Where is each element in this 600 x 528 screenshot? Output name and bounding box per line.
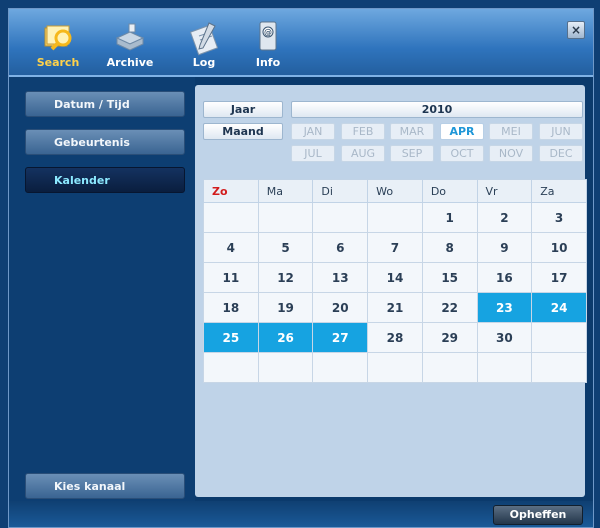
day-cell[interactable]: 4: [203, 232, 259, 263]
day-cell[interactable]: 12: [257, 262, 314, 293]
weekday-ma: Ma: [257, 179, 314, 203]
day-cell[interactable]: 25: [203, 322, 259, 353]
day-cell[interactable]: [312, 202, 369, 233]
day-cell[interactable]: 11: [203, 262, 259, 293]
log-tab-label: Log: [192, 56, 216, 69]
kies-kanaal-button[interactable]: Kies kanaal: [25, 473, 185, 499]
weekday-do: Do: [421, 179, 478, 203]
archive-icon: [115, 23, 145, 51]
day-cell[interactable]: [203, 202, 259, 233]
month-oct[interactable]: OCT: [440, 145, 484, 162]
month-mei[interactable]: MEI: [489, 123, 533, 140]
sidebar-item-gebeurtenis[interactable]: Gebeurtenis: [25, 129, 185, 155]
day-cell[interactable]: 3: [531, 202, 587, 233]
day-cell[interactable]: 8: [421, 232, 478, 263]
month-mar[interactable]: MAR: [390, 123, 434, 140]
day-cell[interactable]: 29: [421, 322, 478, 353]
weekday-zo: Zo: [203, 179, 259, 203]
day-cell[interactable]: 22: [421, 292, 478, 323]
log-tab[interactable]: Log: [173, 9, 235, 75]
month-jun[interactable]: JUN: [539, 123, 583, 140]
day-cell[interactable]: 2: [476, 202, 533, 233]
month-aug[interactable]: AUG: [341, 145, 385, 162]
month-dec[interactable]: DEC: [539, 145, 583, 162]
day-cell[interactable]: [203, 352, 259, 383]
sidebar-item-kalender[interactable]: Kalender: [25, 167, 185, 193]
search-icon: [44, 25, 72, 51]
main-window: Search Archive Log @ Info × Datum / Tijd…: [8, 8, 594, 528]
day-cell[interactable]: 9: [476, 232, 533, 263]
close-button[interactable]: ×: [567, 21, 585, 39]
day-cell[interactable]: 18: [203, 292, 259, 323]
day-cell[interactable]: 6: [312, 232, 369, 263]
day-cell[interactable]: [257, 202, 314, 233]
day-cell[interactable]: 7: [367, 232, 423, 263]
sidebar-item-datum-tijd[interactable]: Datum / Tijd: [25, 91, 185, 117]
day-cell[interactable]: 13: [312, 262, 369, 293]
app-root: Search Archive Log @ Info × Datum / Tijd…: [0, 0, 600, 528]
day-cell[interactable]: [531, 322, 587, 353]
year-label: Jaar: [203, 101, 283, 118]
day-cell[interactable]: [312, 352, 369, 383]
toolbar: Search Archive Log @ Info ×: [9, 9, 593, 77]
calendar-panel: Jaar 2010 Maand JAN FEB MAR APR MEI JUN …: [195, 85, 587, 497]
svg-text:@: @: [264, 28, 272, 37]
month-feb[interactable]: FEB: [341, 123, 385, 140]
day-cell[interactable]: 20: [312, 292, 369, 323]
weekday-za: Za: [531, 179, 587, 203]
info-icon: @: [259, 21, 277, 51]
year-value[interactable]: 2010: [291, 101, 583, 118]
info-tab-label: Info: [255, 56, 281, 69]
day-cell[interactable]: [476, 352, 533, 383]
day-cell[interactable]: 15: [421, 262, 478, 293]
day-cell[interactable]: [367, 202, 423, 233]
archive-tab[interactable]: Archive: [99, 9, 161, 75]
day-cell[interactable]: [257, 352, 314, 383]
day-cell[interactable]: 1: [421, 202, 478, 233]
month-jan[interactable]: JAN: [291, 123, 335, 140]
log-icon: [189, 22, 219, 56]
day-cell[interactable]: 10: [531, 232, 587, 263]
month-sep[interactable]: SEP: [390, 145, 434, 162]
search-tab[interactable]: Search: [27, 9, 89, 75]
search-tab-label: Search: [36, 56, 80, 69]
footer-bar: Opheffen: [9, 501, 593, 527]
day-cell[interactable]: 19: [257, 292, 314, 323]
weekday-vr: Vr: [476, 179, 533, 203]
close-icon: ×: [570, 23, 582, 37]
month-nov[interactable]: NOV: [489, 145, 533, 162]
day-cell[interactable]: 17: [531, 262, 587, 293]
day-cell[interactable]: [531, 352, 587, 383]
day-cell[interactable]: 21: [367, 292, 423, 323]
opheffen-button[interactable]: Opheffen: [493, 505, 583, 525]
month-apr[interactable]: APR: [440, 123, 484, 140]
day-cell[interactable]: 30: [476, 322, 533, 353]
sidebar: Datum / Tijd Gebeurtenis Kalender Kies k…: [9, 77, 195, 501]
day-cell[interactable]: [367, 352, 423, 383]
month-label: Maand: [203, 123, 283, 140]
day-cell[interactable]: 16: [476, 262, 533, 293]
day-cell[interactable]: 14: [367, 262, 423, 293]
day-cell[interactable]: 27: [312, 322, 369, 353]
weekday-di: Di: [312, 179, 369, 203]
weekday-wo: Wo: [367, 179, 423, 203]
day-cell[interactable]: 28: [367, 322, 423, 353]
info-tab[interactable]: @ Info: [237, 9, 299, 75]
calendar-grid: Zo Ma Di Wo Do Vr Za 1 2 3 4 5 6 7 8 9 1…: [203, 179, 587, 383]
day-cell[interactable]: 23: [476, 292, 533, 323]
day-cell[interactable]: 26: [257, 322, 314, 353]
day-cell[interactable]: [421, 352, 478, 383]
archive-tab-label: Archive: [106, 56, 154, 69]
day-cell[interactable]: 5: [257, 232, 314, 263]
day-cell[interactable]: 24: [531, 292, 587, 323]
month-jul[interactable]: JUL: [291, 145, 335, 162]
